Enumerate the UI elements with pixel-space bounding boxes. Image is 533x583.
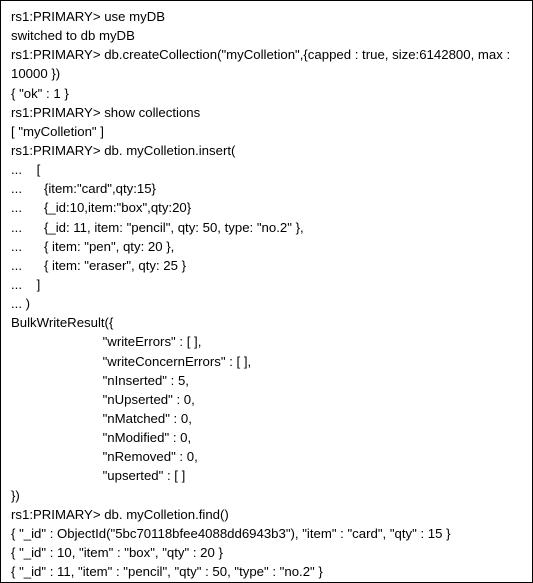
- terminal-output: rs1:PRIMARY> use myDB switched to db myD…: [0, 0, 533, 583]
